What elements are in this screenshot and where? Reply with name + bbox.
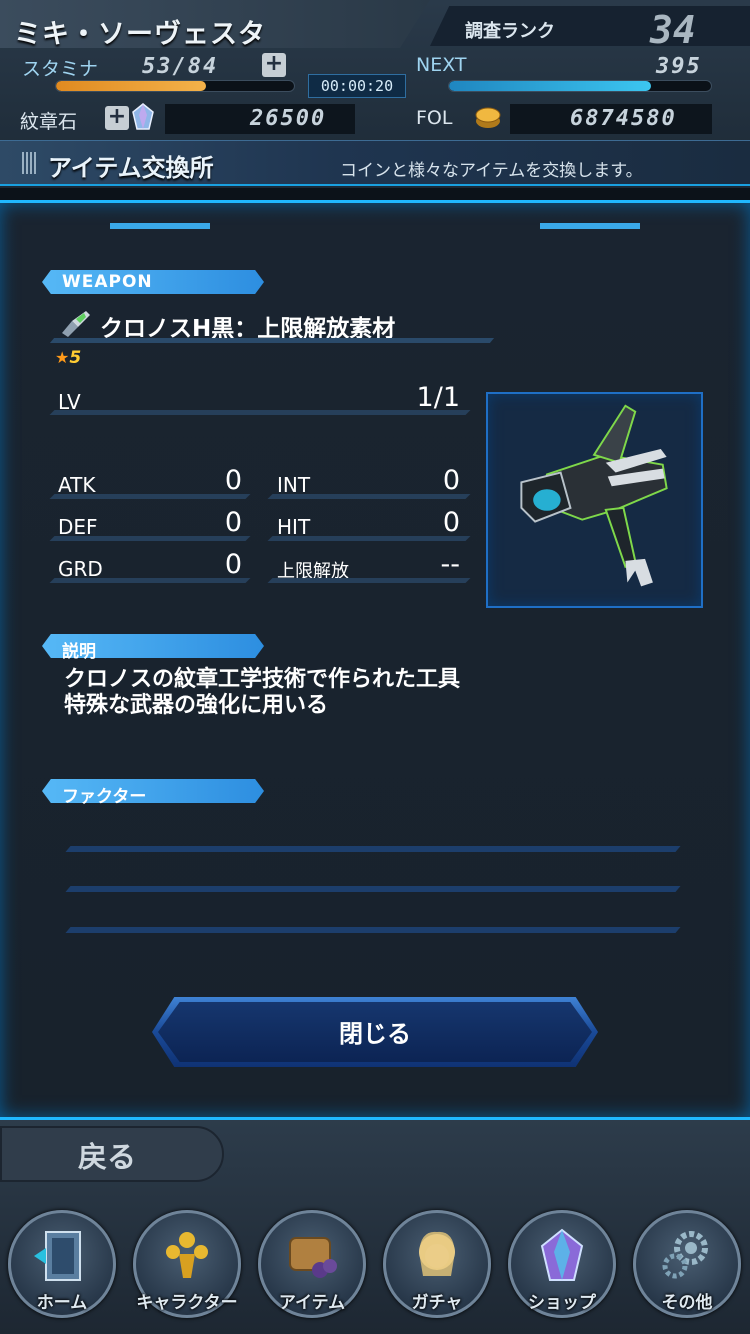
item-bag-icon xyxy=(289,1237,337,1278)
divider xyxy=(49,410,471,415)
divider xyxy=(267,494,471,499)
item-portrait xyxy=(486,392,703,608)
divider xyxy=(49,536,251,541)
nav-home-label: ホーム xyxy=(36,1293,88,1313)
rarity-badge: ★5 xyxy=(55,348,81,368)
factor-slot xyxy=(65,846,681,852)
shop-crystal-icon xyxy=(540,1228,584,1281)
crest-label: 紋章石 xyxy=(20,111,78,133)
description-line: 特殊な武器の強化に用いる xyxy=(64,693,329,718)
stamina-label: スタミナ xyxy=(22,58,99,80)
item-description: クロノスの紋章工学技術で作られた工具 特殊な武器の強化に用いる xyxy=(64,667,460,719)
factor-slot xyxy=(65,927,681,933)
grip-icon xyxy=(22,152,36,174)
stamina-timer: 00:00:20 xyxy=(308,74,406,98)
stamina-value: 53/84 xyxy=(142,54,219,79)
crystal-icon xyxy=(132,103,154,130)
int-value: 0 xyxy=(442,465,460,496)
divider xyxy=(49,494,251,499)
divider xyxy=(49,338,495,343)
def-value: 0 xyxy=(224,507,242,538)
player-name: ミキ・ソーヴェスタ xyxy=(14,19,266,50)
nav-shop-label: ショップ xyxy=(528,1293,596,1313)
characters-icon xyxy=(166,1232,208,1278)
crest-plus-button[interactable]: + xyxy=(105,106,129,130)
rarity-value: 5 xyxy=(69,348,82,368)
atk-value: 0 xyxy=(224,465,242,496)
close-button-label[interactable]: 閉じる xyxy=(158,1014,592,1049)
gacha-icon xyxy=(419,1231,455,1276)
next-exp-gauge-fill xyxy=(449,81,651,91)
nav-other-label: その他 xyxy=(661,1293,713,1313)
weapon-type-icon xyxy=(62,311,90,337)
fol-value: 6874580 xyxy=(570,106,677,131)
description-label: 説明 xyxy=(62,642,96,662)
home-door-icon xyxy=(34,1231,81,1281)
divider xyxy=(267,536,471,541)
limit-break-value: -- xyxy=(440,549,461,580)
star-icon: ★ xyxy=(55,348,70,367)
fol-label: FOL xyxy=(416,107,453,129)
next-value: 395 xyxy=(656,54,702,79)
rank-label: 調査ランク xyxy=(465,21,555,42)
back-button-label[interactable]: 戻る xyxy=(78,1134,136,1176)
next-exp-gauge xyxy=(448,80,712,92)
frame-decoration xyxy=(540,223,640,229)
hit-value: 0 xyxy=(442,507,460,538)
lv-value: 1/1 xyxy=(416,382,460,413)
stamina-gauge xyxy=(55,80,295,92)
description-line: クロノスの紋章工学技術で作られた工具 xyxy=(64,667,461,692)
coin-icon xyxy=(475,107,501,128)
frame-decoration xyxy=(110,223,210,229)
stamina-gauge-fill xyxy=(56,81,206,91)
nav-character-label: キャラクター xyxy=(136,1293,238,1313)
nav-gacha-label: ガチャ xyxy=(411,1293,463,1313)
grd-value: 0 xyxy=(224,549,242,580)
factor-slot xyxy=(65,886,681,892)
category-label: WEAPON xyxy=(62,272,153,292)
divider xyxy=(267,578,471,583)
weapon-tool-icon xyxy=(520,404,668,587)
factor-label: ファクター xyxy=(62,787,147,807)
divider xyxy=(49,578,251,583)
rank-value: 34 xyxy=(650,8,696,52)
page-description: コインと様々なアイテムを交換します。 xyxy=(340,161,643,181)
crest-value: 26500 xyxy=(250,106,327,131)
page-title: アイテム交換所 xyxy=(48,154,214,182)
gear-icon xyxy=(662,1231,708,1279)
stamina-plus-button[interactable]: + xyxy=(262,53,286,77)
next-label: NEXT xyxy=(416,54,467,76)
nav-item-label: アイテム xyxy=(278,1293,346,1313)
